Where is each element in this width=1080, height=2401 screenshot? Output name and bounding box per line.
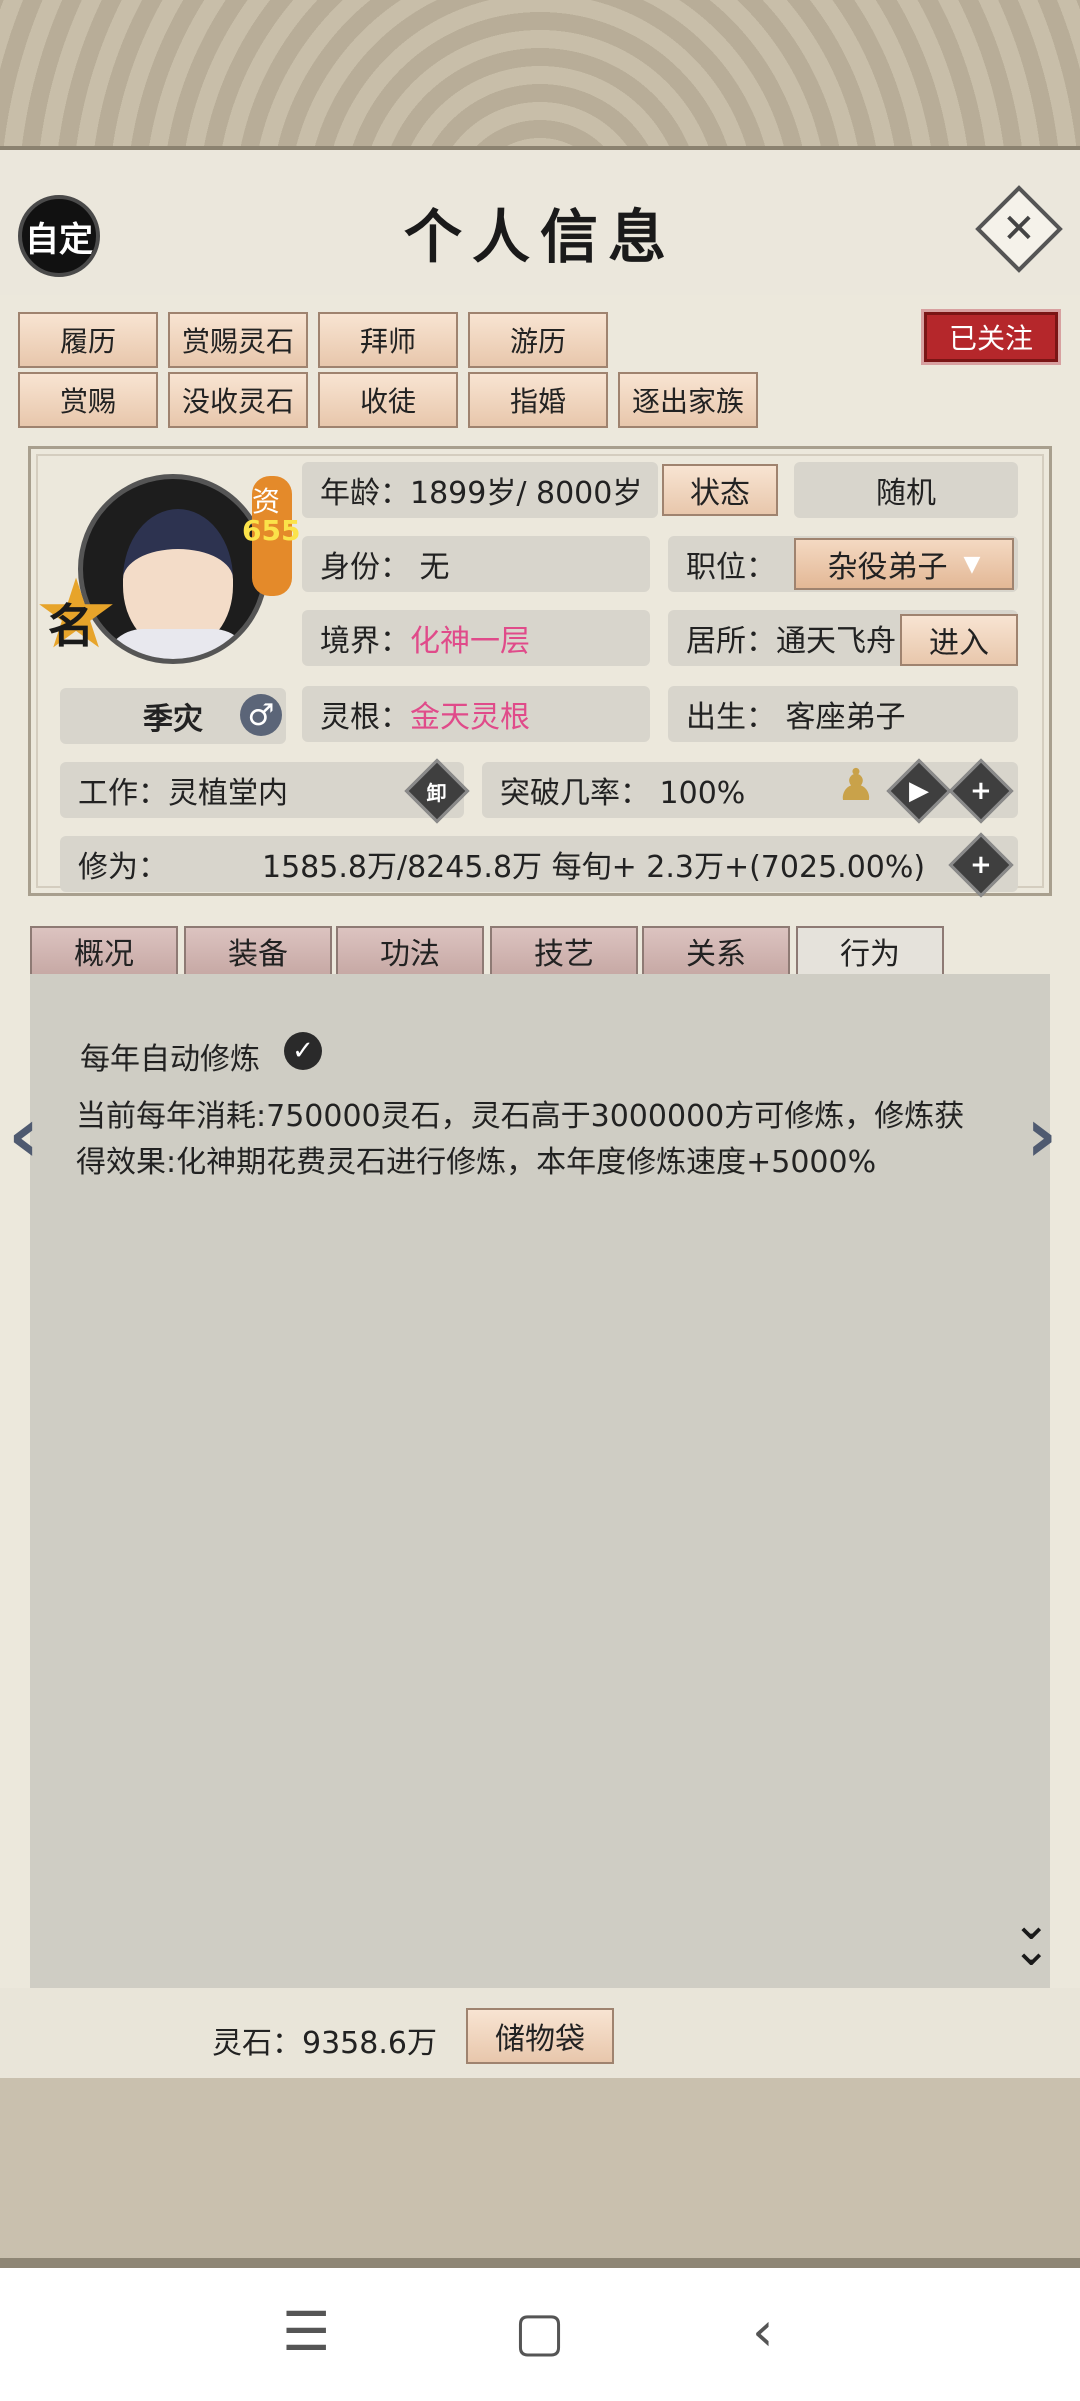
- take-disciple-button[interactable]: 收徒: [318, 372, 458, 428]
- age-field: 年龄：1899岁/ 8000岁: [302, 462, 658, 518]
- status-button[interactable]: 状态: [662, 464, 778, 516]
- cultivation-description: 当前每年消耗:750000灵石，灵石高于3000000方可修炼，修炼获得效果:化…: [76, 1099, 965, 1180]
- next-character-button[interactable]: ›: [1026, 1090, 1057, 1179]
- reward-button[interactable]: 赏赐: [18, 372, 158, 428]
- age-text: 年龄：1899岁/ 8000岁: [320, 476, 643, 511]
- expel-button[interactable]: 逐出家族: [618, 372, 758, 428]
- auto-cultivate-checkbox[interactable]: ✓: [284, 1032, 322, 1070]
- spirit-root-field: 灵根： 金天灵根: [302, 686, 650, 742]
- cultivation-field: 修为： 1585.8万/8245.8万 每旬+ 2.3万+(7025.00%): [60, 836, 1018, 892]
- position-value: 杂役弟子: [827, 550, 948, 585]
- travel-button[interactable]: 游历: [468, 312, 608, 368]
- random-label: 随机: [876, 476, 936, 511]
- male-icon: ♂: [240, 694, 282, 736]
- unload-icon: 卸: [427, 780, 447, 805]
- marriage-button[interactable]: 指婚: [468, 372, 608, 428]
- header-bar: 自定 个人信息 ✕: [0, 150, 1080, 295]
- storage-bag-button[interactable]: 储物袋: [466, 2008, 614, 2064]
- position-label: 职位：: [686, 550, 776, 585]
- enter-button[interactable]: 进入: [900, 614, 1018, 666]
- name-star-label: 名: [48, 599, 94, 653]
- avatar-robe: [103, 629, 253, 659]
- home-icon[interactable]: ▢: [514, 2300, 565, 2363]
- cultivation-label: 修为：: [78, 850, 168, 885]
- tab-relations[interactable]: 关系: [642, 926, 790, 976]
- tab-behavior[interactable]: 行为: [796, 926, 944, 976]
- dropdown-arrow-icon: ▼: [963, 551, 981, 577]
- avatar-face: [123, 509, 233, 649]
- prev-character-button[interactable]: ‹: [8, 1090, 39, 1179]
- meditation-icon[interactable]: ♟: [830, 760, 882, 820]
- reward-stone-button[interactable]: 赏赐灵石: [168, 312, 308, 368]
- play-icon: ▶: [909, 776, 929, 806]
- back-icon[interactable]: ‹: [752, 2300, 774, 2363]
- root-value: 金天灵根: [410, 700, 530, 735]
- scroll-down-icon[interactable]: ⌄ ⌄: [1012, 1900, 1051, 1972]
- close-icon: ✕: [1002, 205, 1036, 252]
- residence-text: 居所：通天飞舟: [686, 624, 896, 659]
- birth-text: 出生： 客座弟子: [686, 700, 906, 735]
- resume-button[interactable]: 履历: [18, 312, 158, 368]
- birth-field: 出生： 客座弟子: [668, 686, 1018, 742]
- character-name-text: 季灾: [143, 702, 203, 737]
- top-decoration: [0, 0, 1080, 150]
- work-field: 工作：灵植堂内: [60, 762, 464, 818]
- page-title: 个人信息: [403, 203, 676, 271]
- identity-field: 身份： 无: [302, 536, 650, 592]
- cultivation-value: 1585.8万/8245.8万 每旬+ 2.3万+(7025.00%): [262, 850, 926, 885]
- tab-arts[interactable]: 技艺: [490, 926, 638, 976]
- aptitude-value: 655: [242, 514, 301, 547]
- random-button[interactable]: 随机: [794, 462, 1018, 518]
- plus-icon: +: [970, 775, 992, 806]
- work-text: 工作：灵植堂内: [78, 776, 288, 811]
- follow-button[interactable]: 已关注: [924, 312, 1058, 362]
- plus-icon: +: [970, 849, 992, 880]
- tab-skills[interactable]: 功法: [336, 926, 484, 976]
- tab-overview[interactable]: 概况: [30, 926, 178, 976]
- root-label: 灵根：: [320, 700, 410, 735]
- confiscate-stone-button[interactable]: 没收灵石: [168, 372, 308, 428]
- menu-icon[interactable]: ☰: [282, 2300, 330, 2363]
- position-dropdown[interactable]: 杂役弟子 ▼: [794, 538, 1014, 590]
- identity-text: 身份： 无: [320, 550, 450, 585]
- auto-cultivate-label: 每年自动修炼: [80, 1042, 260, 1077]
- spirit-stone-total: 灵石：9358.6万: [212, 2026, 437, 2061]
- tab-equipment[interactable]: 装备: [184, 926, 332, 976]
- realm-value: 化神一层: [410, 624, 530, 659]
- breakthrough-text: 突破几率： 100%: [500, 776, 746, 811]
- apprentice-button[interactable]: 拜师: [318, 312, 458, 368]
- realm-label: 境界：: [320, 624, 410, 659]
- realm-field: 境界： 化神一层: [302, 610, 650, 666]
- lower-decoration: [0, 2078, 1080, 2268]
